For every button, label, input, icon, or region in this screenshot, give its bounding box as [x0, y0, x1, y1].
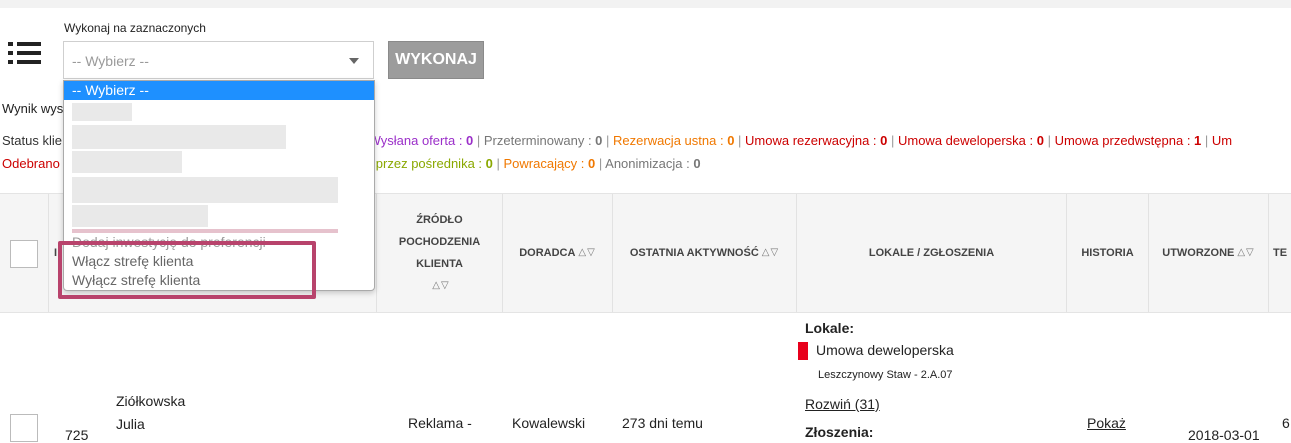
sort-icon[interactable]: △▽	[1237, 242, 1254, 264]
status-label: Przeterminowany	[483, 133, 585, 148]
status-label: Wysłana oferta	[368, 133, 456, 148]
status-label: Umowa deweloperska	[897, 133, 1026, 148]
redacted-option[interactable]	[72, 177, 338, 203]
status-label: ny przez pośrednika	[358, 156, 475, 171]
status-label: Powracający	[503, 156, 578, 171]
status-label: Rezerwacja ustna	[613, 133, 717, 148]
header-last-activity[interactable]: OSTATNIA AKTYWNOŚĆ △▽	[612, 194, 796, 312]
bulk-action-select[interactable]: -- Wybierz --	[63, 41, 374, 79]
select-value: -- Wybierz --	[72, 53, 149, 69]
te-value: 6	[1282, 415, 1290, 431]
status-count-item: Um	[1212, 133, 1232, 148]
status-label: Umowa przedwstępna	[1054, 133, 1184, 148]
highlight-annotation	[58, 241, 316, 299]
bulk-action-label: Wykonaj na zaznaczonych	[64, 21, 206, 35]
requests-title: Złoszenia:	[805, 424, 874, 440]
status-count-item: Umowa przedwstępna : 1	[1054, 133, 1202, 148]
header-history: HISTORIA	[1066, 194, 1148, 312]
history-show-link[interactable]: Pokaż	[1087, 415, 1126, 431]
execute-button[interactable]: WYKONAJ	[388, 41, 484, 79]
status-count-item: Umowa rezerwacyjna : 0	[745, 133, 888, 148]
sort-icon[interactable]: △▽	[762, 242, 779, 264]
unit-name: Leszczynowy Staw - 2.A.07	[818, 369, 953, 381]
header-source[interactable]: ŹRÓDŁO POCHODZENIA KLIENTA △▽	[376, 194, 502, 312]
status-count: 0	[693, 156, 701, 171]
status-count-item: Wysłana oferta : 0	[368, 133, 474, 148]
dropdown-option-selected[interactable]: -- Wybierz --	[64, 81, 374, 100]
status-count-item: Rezerwacja ustna : 0	[613, 133, 735, 148]
status-count-item: Anonimizacja : 0	[605, 156, 701, 171]
status-prefix: Status klie	[2, 133, 62, 148]
status-count-item: Przeterminowany : 0	[483, 133, 603, 148]
header-created[interactable]: UTWORZONE △▽	[1148, 194, 1268, 312]
result-prefix: Wynik wys	[2, 101, 64, 116]
client-last-activity: 273 dni temu	[622, 415, 703, 431]
expand-units-link[interactable]: Rozwiń (31)	[805, 396, 880, 412]
sort-icon[interactable]: △▽	[432, 275, 449, 297]
header-advisor[interactable]: DORADCA △▽	[502, 194, 612, 312]
select-all-checkbox[interactable]	[10, 240, 38, 268]
status-label: Anonimizacja	[605, 156, 683, 171]
status-line2-prefix: Odebrano	[2, 156, 60, 171]
header-units: LOKALE / ZGŁOSZENIA	[796, 194, 1066, 312]
row-checkbox[interactable]	[10, 414, 38, 442]
chevron-down-icon	[349, 58, 359, 64]
status-count: 0	[1036, 133, 1044, 148]
list-view-icon[interactable]	[8, 40, 42, 70]
client-surname: Ziółkowska	[116, 393, 186, 409]
status-count-item: Powracający : 0	[503, 156, 596, 171]
top-bar	[0, 0, 1291, 8]
unit-status: Umowa deweloperska	[798, 342, 954, 361]
status-count-item: ny przez pośrednika : 0	[358, 156, 493, 171]
row-id: 725	[65, 427, 89, 443]
redacted-option	[72, 229, 338, 233]
redacted-option[interactable]	[72, 205, 208, 227]
status-count: 0	[485, 156, 493, 171]
client-first-name: Julia	[116, 416, 145, 432]
header-te[interactable]: TE	[1268, 194, 1291, 312]
status-count-item: Umowa deweloperska : 0	[897, 133, 1044, 148]
redacted-option[interactable]	[72, 125, 286, 149]
units-title: Lokale:	[805, 320, 855, 336]
status-label: Um	[1211, 133, 1233, 148]
sort-icon[interactable]: △▽	[578, 242, 595, 264]
redacted-option[interactable]	[72, 151, 182, 173]
client-source: Reklama -	[408, 415, 472, 431]
client-advisor: Kowalewski	[512, 415, 586, 431]
status-label: Umowa rezerwacyjna	[745, 133, 870, 148]
redacted-option[interactable]	[72, 103, 132, 121]
result-count-text: Wynik wys	[2, 101, 63, 116]
created-date: 2018-03-01	[1188, 427, 1260, 443]
header-source-label: ŹRÓDŁO POCHODZENIA KLIENTA	[398, 214, 481, 270]
status-color-marker	[798, 342, 808, 361]
